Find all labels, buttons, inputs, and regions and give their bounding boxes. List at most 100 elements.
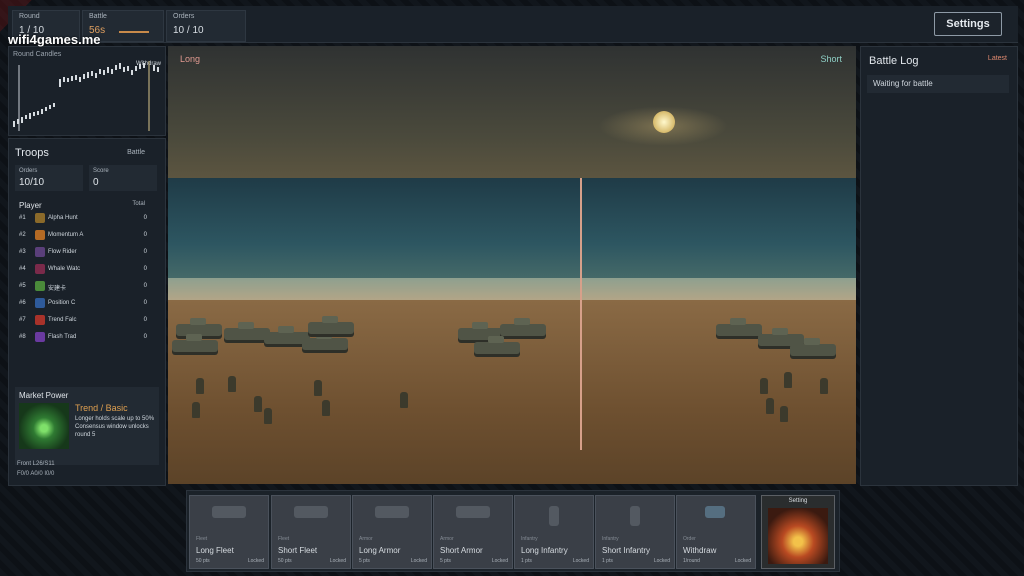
card-short-armor[interactable]: Armor Short Armor 5 pts Locked	[433, 495, 513, 569]
infantry-unit	[192, 402, 200, 418]
short-side-label: Short	[820, 54, 842, 64]
card-name: Withdraw	[683, 546, 717, 555]
player-rank: #5	[19, 283, 26, 289]
settings-button[interactable]: Settings	[934, 12, 1002, 36]
candle-chart	[13, 61, 159, 131]
player-rank: #7	[19, 317, 26, 323]
player-name: 安建卡	[48, 286, 67, 292]
player-row[interactable]: #5 安建卡 0	[17, 279, 153, 294]
card-long-infantry[interactable]: Infantry Long Infantry 1 pts Locked	[514, 495, 594, 569]
player-row[interactable]: #3 Flow Rider 0	[17, 245, 153, 260]
card-type: Armor	[440, 536, 454, 542]
infantry-unit	[784, 372, 792, 388]
player-avatar-icon	[35, 213, 45, 223]
card-status: Locked	[572, 558, 589, 564]
player-avatar-icon	[35, 298, 45, 308]
infantry-unit	[264, 408, 272, 424]
special-card[interactable]: Setting	[761, 495, 835, 569]
player-row[interactable]: #6 Position C 0	[17, 296, 153, 311]
sky	[168, 46, 856, 178]
infantry-unit	[254, 396, 262, 412]
market-power-name: Trend / Basic	[75, 403, 128, 413]
player-row[interactable]: #1 Alpha Hunt 0	[17, 211, 153, 226]
tank-unit	[172, 334, 218, 352]
player-rank: #8	[19, 334, 26, 340]
player-total: 0	[143, 232, 147, 238]
candles	[13, 63, 159, 127]
card-points: 1 pts	[602, 558, 613, 564]
infantry-unit	[196, 378, 204, 394]
card-status: Locked	[653, 558, 670, 564]
player-total: 0	[143, 249, 147, 255]
card-short-infantry[interactable]: Infantry Short Infantry 1 pts Locked	[595, 495, 675, 569]
watermark: wifi4games.me	[8, 32, 101, 47]
card-type: Fleet	[196, 536, 208, 542]
infantry-unit	[314, 380, 322, 396]
orders-stat: Orders 10 / 10	[166, 10, 246, 42]
card-withdraw[interactable]: Order Withdraw 1/round Locked	[676, 495, 756, 569]
front-counts: F0/0 A0/0 I0/0	[17, 471, 55, 477]
market-power-desc-line: Longer holds scale up to 50%	[75, 416, 155, 422]
player-name: Whale Watc	[48, 266, 81, 272]
orders-label: Orders	[173, 13, 195, 20]
card-status: Locked	[329, 558, 346, 564]
card-name: Short Infantry	[602, 546, 651, 555]
battlefield[interactable]: Long Short	[168, 46, 856, 484]
moon	[653, 111, 675, 133]
soldier-icon	[630, 506, 640, 526]
player-total: 0	[143, 317, 147, 323]
player-row[interactable]: #7 Trend Falc 0	[17, 313, 153, 328]
card-long-fleet[interactable]: Fleet Long Fleet 50 pts Locked	[189, 495, 269, 569]
card-name: Long Infantry	[521, 546, 568, 555]
player-row[interactable]: #4 Whale Watc 0	[17, 262, 153, 277]
battle-label: Battle	[89, 13, 107, 20]
round-candles-panel: Round Candles Withdraw	[8, 46, 166, 136]
long-side-label: Long	[180, 54, 201, 64]
orders-value: 10 / 10	[173, 25, 204, 36]
tank-unit	[716, 318, 762, 336]
card-type: Order	[683, 536, 696, 542]
market-power-box[interactable]: Market Power Trend / Basic Longer holds …	[15, 387, 159, 465]
player-rank: #4	[19, 266, 26, 272]
tank-unit	[302, 332, 348, 350]
player-total: 0	[143, 266, 147, 272]
score-box-value: 0	[93, 177, 99, 188]
player-total: 0	[143, 300, 147, 306]
log-entry: Waiting for battle	[867, 75, 1009, 93]
withdraw-icon	[705, 506, 725, 518]
market-power-desc-line: Consensus window unlocks round 5	[75, 424, 149, 438]
card-points: 5 pts	[359, 558, 370, 564]
player-name: Trend Falc	[48, 317, 77, 323]
tank-unit	[308, 316, 354, 334]
player-row[interactable]: #2 Momentum A 0	[17, 228, 153, 243]
crystal-icon	[19, 403, 69, 449]
orders-box-label: Orders	[19, 168, 38, 174]
battle-log-panel: Battle Log Latest Waiting for battle	[860, 46, 1018, 486]
player-name: Flow Rider	[48, 249, 77, 255]
surf	[168, 278, 856, 300]
player-total: 0	[143, 334, 147, 340]
card-status: Locked	[247, 558, 264, 564]
card-name: Short Fleet	[278, 546, 318, 555]
tank-unit	[474, 336, 520, 354]
card-points: 50 pts	[196, 558, 210, 564]
infantry-unit	[780, 406, 788, 422]
card-type: Fleet	[278, 536, 290, 542]
card-type: Infantry	[602, 536, 619, 542]
player-avatar-icon	[35, 247, 45, 257]
card-short-fleet[interactable]: Fleet Short Fleet 50 pts Locked	[271, 495, 351, 569]
troops-tag: Battle	[127, 149, 145, 156]
infantry-unit	[760, 378, 768, 394]
card-long-armor[interactable]: Armor Long Armor 5 pts Locked	[352, 495, 432, 569]
order-card-bar: Fleet Long Fleet 50 pts Locked Fleet Sho…	[186, 490, 840, 572]
latest-toggle[interactable]: Latest	[988, 55, 1007, 62]
infantry-unit	[766, 398, 774, 414]
player-row[interactable]: #8 Flash Trad 0	[17, 330, 153, 345]
card-points: 1/round	[683, 558, 700, 564]
front-line	[580, 178, 582, 450]
fire-claw-icon	[768, 508, 828, 564]
battle-log-title: Battle Log	[869, 55, 919, 67]
total-header: Total	[132, 201, 145, 207]
battle-timer-bar	[119, 31, 149, 33]
troops-title: Troops	[15, 147, 49, 159]
